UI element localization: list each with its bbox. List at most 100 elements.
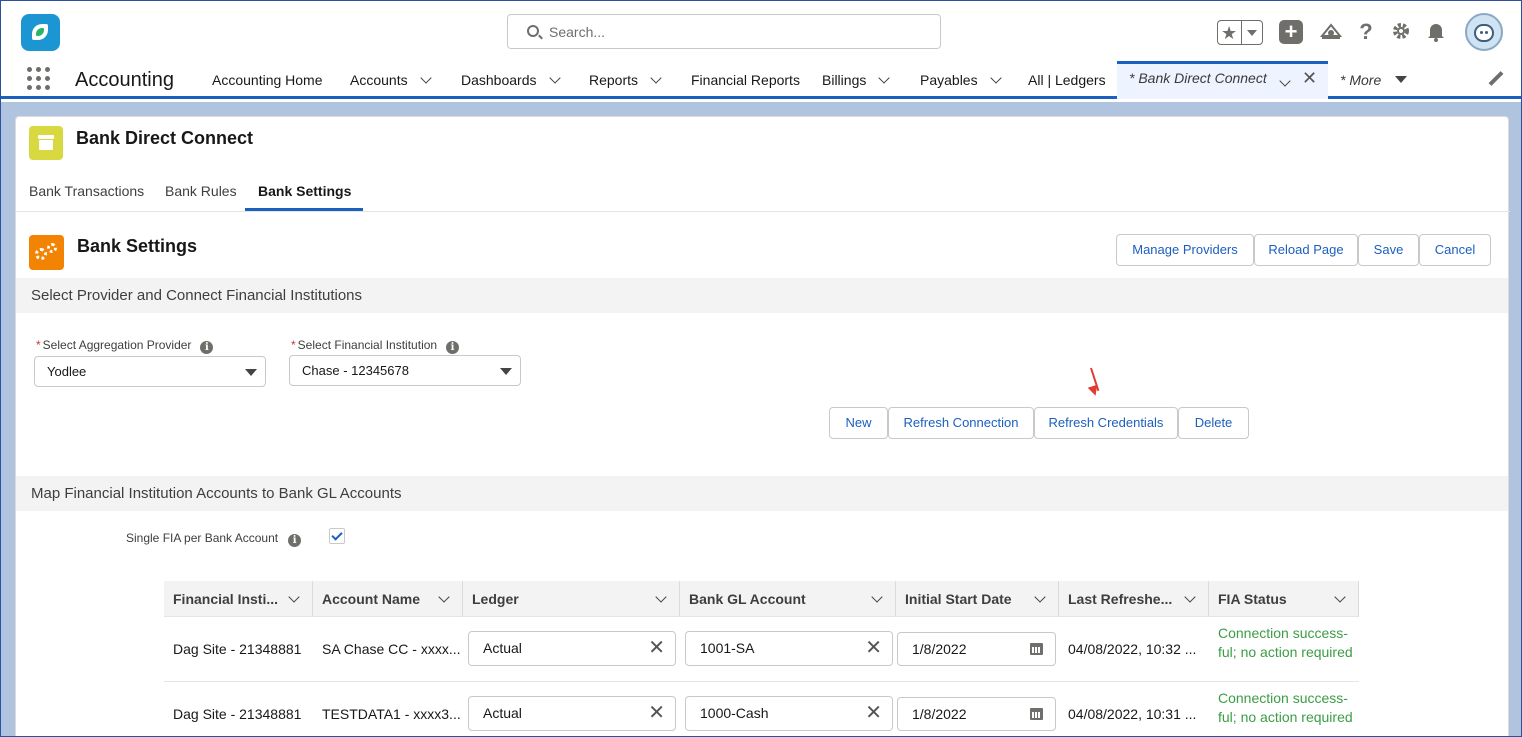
column-header-financial-institution[interactable]: Financial Insti... bbox=[164, 581, 313, 617]
notifications-bell-icon[interactable] bbox=[1424, 20, 1448, 44]
column-header-last-refreshed[interactable]: Last Refreshe... bbox=[1059, 581, 1209, 617]
tab-bank-transactions[interactable]: Bank Transactions bbox=[29, 183, 144, 199]
new-button[interactable]: New bbox=[829, 407, 888, 439]
clear-icon[interactable]: ✕ bbox=[648, 697, 665, 730]
nav-tab-bank-direct-connect[interactable]: * Bank Direct Connect ✕ bbox=[1117, 61, 1328, 99]
star-icon: ★ bbox=[1221, 23, 1238, 43]
column-header-initial-start-date[interactable]: Initial Start Date bbox=[896, 581, 1059, 617]
app-navigation: Accounting Accounting Home Accounts Dash… bbox=[1, 61, 1521, 99]
institution-label: * Select Financial Institution i bbox=[291, 338, 460, 354]
trailhead-icon[interactable] bbox=[1319, 20, 1343, 44]
chevron-down-icon[interactable] bbox=[650, 72, 662, 84]
chevron-down-icon[interactable] bbox=[1034, 591, 1046, 603]
reload-page-button[interactable]: Reload Page bbox=[1254, 234, 1358, 266]
cell-last-refreshed: 04/08/2022, 10:32 ... bbox=[1068, 641, 1197, 657]
bank-direct-connect-icon bbox=[29, 126, 63, 160]
app-logo-icon[interactable] bbox=[21, 14, 60, 51]
column-header-ledger[interactable]: Ledger bbox=[463, 581, 680, 617]
cell-institution: Dag Site - 21348881 bbox=[173, 641, 302, 657]
chevron-down-icon[interactable] bbox=[655, 591, 667, 603]
calendar-icon[interactable] bbox=[1030, 643, 1043, 655]
cell-account-name: SA Chase CC - xxxx... bbox=[322, 641, 461, 657]
table-header: Financial Insti... Account Name Ledger B… bbox=[164, 581, 1359, 617]
settings-title: Bank Settings bbox=[77, 236, 198, 256]
single-fia-checkbox[interactable] bbox=[329, 528, 345, 544]
chevron-down-icon[interactable] bbox=[989, 72, 1002, 84]
bank-gl-account-lookup-input[interactable]: 1001-SA ✕ bbox=[685, 631, 893, 666]
search-input[interactable] bbox=[549, 21, 929, 43]
nav-item-dashboards[interactable]: Dashboards bbox=[461, 61, 561, 97]
cell-last-refreshed: 04/08/2022, 10:31 ... bbox=[1068, 706, 1197, 722]
initial-start-date-input[interactable]: 1/8/2022 bbox=[897, 632, 1056, 666]
column-header-fia-status[interactable]: FIA Status bbox=[1209, 581, 1359, 617]
cancel-button[interactable]: Cancel bbox=[1419, 234, 1491, 266]
chevron-down-icon[interactable] bbox=[1279, 75, 1291, 87]
column-header-account-name[interactable]: Account Name bbox=[313, 581, 463, 617]
bank-gl-account-lookup-input[interactable]: 1000-Cash ✕ bbox=[685, 696, 893, 731]
annotation-arrow-icon bbox=[1083, 368, 1103, 398]
provider-label: * Select Aggregation Provider i bbox=[36, 338, 214, 354]
clear-icon[interactable]: ✕ bbox=[865, 697, 882, 730]
cell-account-name: TESTDATA1 - xxxx3... bbox=[322, 706, 461, 722]
nav-item-payables[interactable]: Payables bbox=[920, 61, 1002, 97]
refresh-credentials-button[interactable]: Refresh Credentials bbox=[1034, 407, 1178, 439]
search-icon bbox=[527, 25, 539, 37]
help-icon[interactable]: ? bbox=[1354, 20, 1378, 44]
section-header-map: Map Financial Institution Accounts to Ba… bbox=[16, 476, 1508, 511]
settings-gears-icon bbox=[29, 235, 64, 270]
nav-more[interactable]: * More bbox=[1340, 61, 1408, 97]
single-fia-label: Single FIA per Bank Account i bbox=[126, 531, 302, 547]
edit-nav-pencil-icon[interactable] bbox=[1488, 71, 1504, 87]
page-title: Bank Direct Connect bbox=[76, 128, 254, 148]
setup-gear-icon[interactable] bbox=[1389, 20, 1413, 44]
nav-item-accounting-home[interactable]: Accounting Home bbox=[212, 61, 323, 97]
nav-item-billings[interactable]: Billings bbox=[822, 61, 891, 97]
tab-bank-rules[interactable]: Bank Rules bbox=[165, 183, 237, 199]
close-tab-icon[interactable]: ✕ bbox=[1302, 68, 1317, 89]
clear-icon[interactable]: ✕ bbox=[648, 632, 665, 665]
chevron-down-icon[interactable] bbox=[1334, 591, 1346, 603]
info-icon[interactable]: i bbox=[200, 341, 214, 354]
cell-fia-status: Connection success-ful; no action requir… bbox=[1218, 690, 1353, 725]
ledger-lookup-input[interactable]: Actual ✕ bbox=[468, 696, 676, 731]
table-row: Dag Site - 21348881 TESTDATA1 - xxxx3...… bbox=[164, 682, 1359, 736]
initial-start-date-input[interactable]: 1/8/2022 bbox=[897, 697, 1056, 731]
delete-button[interactable]: Delete bbox=[1178, 407, 1249, 439]
chevron-down-icon[interactable] bbox=[548, 72, 561, 84]
chevron-down-icon[interactable] bbox=[1184, 591, 1196, 603]
nav-item-accounts[interactable]: Accounts bbox=[350, 61, 432, 97]
app-name: Accounting bbox=[75, 69, 174, 91]
global-search[interactable] bbox=[507, 14, 941, 49]
caret-down-icon bbox=[1395, 76, 1408, 83]
chevron-down-icon[interactable] bbox=[288, 591, 300, 603]
nav-item-reports[interactable]: Reports bbox=[589, 61, 662, 97]
save-button[interactable]: Save bbox=[1358, 234, 1419, 266]
cell-fia-status: Connection success-ful; no action requir… bbox=[1218, 625, 1353, 660]
app-launcher-icon[interactable] bbox=[27, 67, 51, 91]
cell-institution: Dag Site - 21348881 bbox=[173, 706, 302, 722]
financial-institution-select[interactable]: Chase - 12345678 bbox=[289, 355, 521, 386]
refresh-connection-button[interactable]: Refresh Connection bbox=[888, 407, 1034, 439]
chevron-down-icon[interactable] bbox=[419, 72, 432, 84]
ledger-lookup-input[interactable]: Actual ✕ bbox=[468, 631, 676, 666]
nav-item-all-ledgers[interactable]: All | Ledgers bbox=[1028, 61, 1106, 97]
global-add-icon[interactable]: + bbox=[1279, 20, 1303, 44]
clear-icon[interactable]: ✕ bbox=[865, 632, 882, 665]
favorites-dropdown-icon[interactable] bbox=[1247, 30, 1257, 36]
column-header-bank-gl-account[interactable]: Bank GL Account bbox=[680, 581, 896, 617]
nav-item-financial-reports[interactable]: Financial Reports bbox=[691, 61, 800, 97]
aggregation-provider-select[interactable]: Yodlee bbox=[34, 356, 266, 387]
favorites-button[interactable]: ★ bbox=[1217, 20, 1263, 45]
chevron-down-icon[interactable] bbox=[871, 591, 883, 603]
global-header: ★ + ? bbox=[1, 1, 1521, 61]
chevron-down-icon[interactable] bbox=[438, 591, 450, 603]
table-row: Dag Site - 21348881 SA Chase CC - xxxx..… bbox=[164, 617, 1359, 682]
user-avatar[interactable] bbox=[1465, 13, 1503, 51]
manage-providers-button[interactable]: Manage Providers bbox=[1116, 234, 1254, 266]
chevron-down-icon[interactable] bbox=[878, 72, 891, 84]
info-icon[interactable]: i bbox=[446, 341, 460, 354]
main-card: Bank Direct Connect Bank Transactions Ba… bbox=[15, 116, 1510, 736]
calendar-icon[interactable] bbox=[1030, 708, 1043, 720]
tab-bank-settings[interactable]: Bank Settings bbox=[258, 183, 351, 199]
info-icon[interactable]: i bbox=[288, 534, 302, 547]
